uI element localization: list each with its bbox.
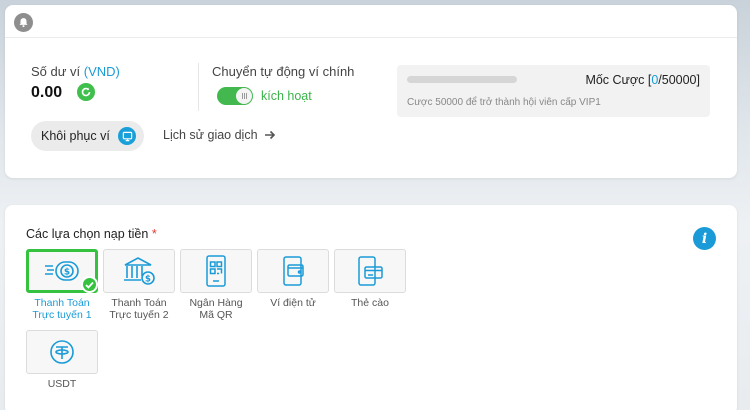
selected-check-icon xyxy=(81,276,98,293)
deposit-option-label: Ví điện tử xyxy=(270,297,316,309)
deposit-option-label: Thanh Toán Trực tuyến 2 xyxy=(109,297,169,321)
wallet-card: Số dư ví (VND) 0.00 Chuyển tự động ví ch… xyxy=(5,5,737,178)
restore-wallet-label: Khôi phục ví xyxy=(41,129,110,143)
bet-milestone-title: Mốc Cược [0/50000] xyxy=(585,73,700,87)
refresh-balance-icon[interactable] xyxy=(77,83,95,101)
deposit-option-box xyxy=(26,330,98,374)
toggle-knob xyxy=(236,88,252,104)
deposit-option-label: Thanh Toán Trực tuyến 1 xyxy=(32,297,92,321)
transaction-history-link[interactable]: Lịch sử giao dịch xyxy=(163,128,276,142)
currency-label: (VND) xyxy=(83,64,120,79)
deposit-option-box: $ xyxy=(26,249,98,293)
deposit-option-label: Thẻ cào xyxy=(351,297,389,309)
deposit-option-label: Ngân Hàng Mã QR xyxy=(189,297,243,321)
deposit-option-box xyxy=(257,249,329,293)
deposit-option-e-wallet[interactable]: Ví điện tử xyxy=(257,249,329,309)
qr-phone-icon xyxy=(206,255,226,287)
deposit-option-online-2[interactable]: $ Thanh Toán Trực tuyến 2 xyxy=(103,249,175,321)
auto-switch-status: kích hoạt xyxy=(261,89,312,103)
deposit-option-online-1[interactable]: $ Thanh Toán Trực tuyến 1 xyxy=(26,249,98,321)
balance-label: Số dư ví (VND) xyxy=(31,64,120,79)
deposit-option-box xyxy=(334,249,406,293)
online-payment-coin-icon: $ xyxy=(45,261,79,281)
divider xyxy=(198,63,199,111)
bet-milestone-note: Cược 50000 để trở thành hội viên cấp VIP… xyxy=(407,97,601,108)
svg-text:$: $ xyxy=(145,275,151,285)
deposit-option-label: USDT xyxy=(47,378,77,390)
deposit-option-box xyxy=(180,249,252,293)
svg-text:$: $ xyxy=(64,268,70,278)
transaction-history-label: Lịch sử giao dịch xyxy=(163,128,258,142)
deposit-option-scratch-card[interactable]: Thẻ cào xyxy=(334,249,406,309)
deposit-option-box: $ xyxy=(103,249,175,293)
deposit-options-card: Các lựa chọn nạp tiền * i $ Thanh Toán Tr… xyxy=(5,205,737,410)
usdt-icon xyxy=(50,340,74,364)
deposit-options-title: Các lựa chọn nạp tiền * xyxy=(26,227,157,241)
restore-icon xyxy=(118,127,136,145)
balance-value: 0.00 xyxy=(31,84,63,101)
bank-icon: $ xyxy=(124,257,155,285)
restore-wallet-button[interactable]: Khôi phục ví xyxy=(31,121,144,151)
info-icon[interactable]: i xyxy=(693,227,716,250)
scratch-card-icon xyxy=(358,256,383,286)
deposit-option-usdt[interactable]: USDT xyxy=(26,330,98,390)
auto-switch-toggle[interactable] xyxy=(217,87,253,105)
notification-bell-icon[interactable] xyxy=(14,13,33,32)
required-mark: * xyxy=(151,227,157,241)
bet-progress-bar xyxy=(407,76,517,83)
deposit-option-bank-qr[interactable]: Ngân Hàng Mã QR xyxy=(180,249,252,321)
e-wallet-icon xyxy=(283,256,304,286)
auto-switch-label: Chuyển tự động ví chính xyxy=(212,64,355,79)
arrow-right-icon xyxy=(264,130,275,140)
bet-milestone-box: Mốc Cược [0/50000] Cược 50000 để trở thà… xyxy=(397,65,710,117)
top-bar xyxy=(5,5,737,38)
